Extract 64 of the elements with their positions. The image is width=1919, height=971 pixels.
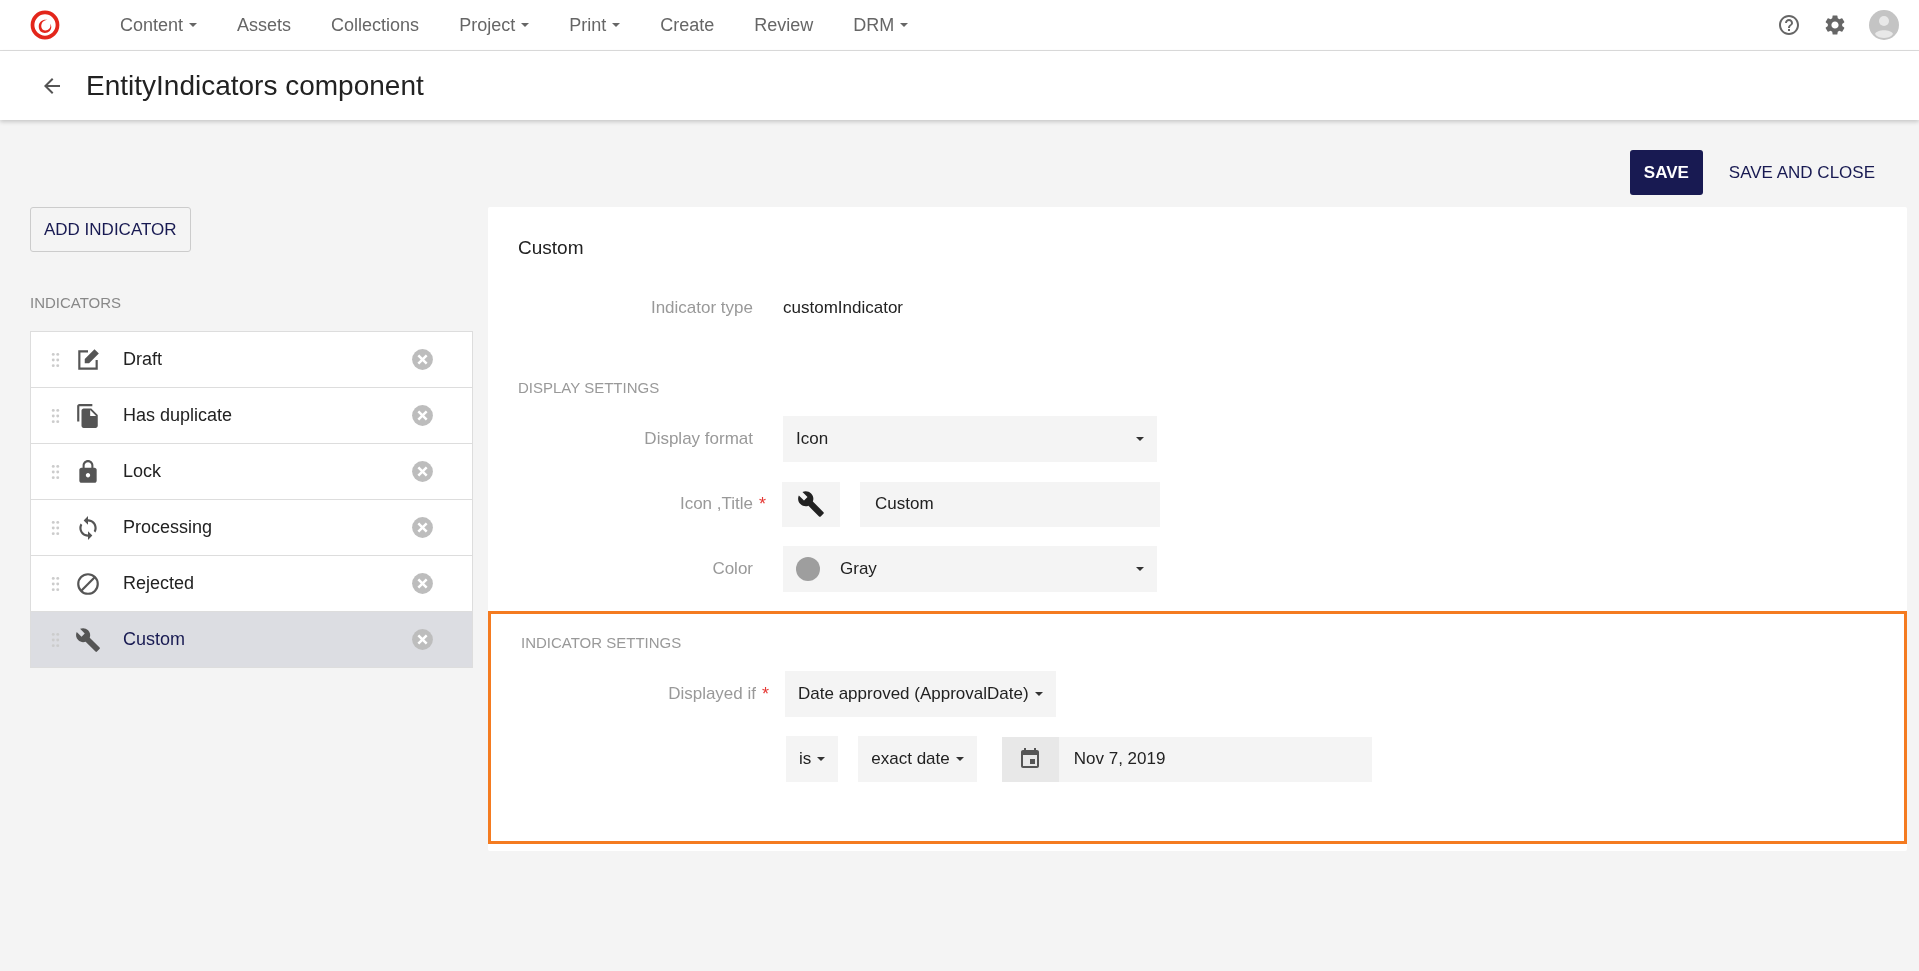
icon-picker-button[interactable] <box>782 481 840 527</box>
remove-icon[interactable] <box>410 515 435 540</box>
section-heading: DISPLAY SETTINGS <box>517 379 661 396</box>
nav-menu-item[interactable]: Print <box>549 14 641 36</box>
wrench-icon <box>75 626 101 653</box>
nav-menu-item[interactable]: Create <box>640 14 735 36</box>
title-input[interactable]: Custom <box>860 481 1160 527</box>
indicator-label: Processing <box>123 517 213 538</box>
nav-menu-item[interactable]: Review <box>734 14 834 36</box>
indicator-list-item[interactable]: Custom <box>31 611 472 667</box>
wrench-icon <box>797 490 825 518</box>
logo-icon[interactable] <box>30 10 60 40</box>
save-and-close-button[interactable]: SAVE AND CLOSE <box>1714 150 1889 195</box>
section-heading: INDICATORS <box>30 294 123 311</box>
indicator-list-item[interactable]: Draft <box>31 332 472 387</box>
section-heading: INDICATOR SETTINGS <box>520 634 683 651</box>
settings-icon[interactable] <box>1823 13 1847 37</box>
field-label: Indicator type <box>649 298 753 318</box>
required-mark: * <box>759 493 766 515</box>
indicator-label: Has duplicate <box>123 405 233 426</box>
drag-handle-icon[interactable] <box>51 463 60 480</box>
drag-handle-icon[interactable] <box>51 351 60 368</box>
date-mode-dropdown[interactable]: exact date <box>858 736 977 782</box>
nav-menu-item[interactable]: Collections <box>311 14 440 36</box>
indicator-label: Rejected <box>123 573 195 594</box>
add-indicator-button[interactable]: ADD INDICATOR <box>30 207 191 252</box>
field-label: Display format <box>643 429 753 449</box>
remove-icon[interactable] <box>410 403 435 428</box>
nav-menu-item[interactable]: DRM <box>833 14 929 36</box>
help-icon[interactable] <box>1777 13 1801 37</box>
nav-menu-item[interactable]: Assets <box>217 14 312 36</box>
indicator-list-item[interactable]: Processing <box>31 499 472 555</box>
remove-icon[interactable] <box>410 347 435 372</box>
indicator-type-value: customIndicator <box>783 298 903 318</box>
color-dropdown[interactable]: Gray <box>783 546 1157 592</box>
nav-menu-item[interactable]: Content <box>100 14 218 36</box>
copy-icon <box>75 402 101 429</box>
remove-icon[interactable] <box>410 459 435 484</box>
field-label: Displayed if <box>667 684 756 704</box>
field-label: Icon ,Title <box>678 494 753 514</box>
block-icon <box>75 570 101 597</box>
field-dropdown[interactable]: Date approved (ApprovalDate) <box>785 671 1056 717</box>
field-label: Color <box>711 559 753 579</box>
remove-icon[interactable] <box>410 571 435 596</box>
drag-handle-icon[interactable] <box>51 407 60 424</box>
date-input[interactable]: Nov 7, 2019 <box>1058 736 1372 782</box>
drag-handle-icon[interactable] <box>51 575 60 592</box>
remove-icon[interactable] <box>410 627 435 652</box>
indicator-list-item[interactable]: Has duplicate <box>31 387 472 443</box>
operator-dropdown[interactable]: is <box>786 736 839 782</box>
indicator-label: Draft <box>123 349 162 370</box>
edit-icon <box>75 346 101 373</box>
indicator-label: Lock <box>123 461 162 482</box>
save-button[interactable]: SAVE <box>1629 150 1703 195</box>
display-format-dropdown[interactable]: Icon <box>783 416 1157 462</box>
drag-handle-icon[interactable] <box>51 519 60 536</box>
panel-title: Custom <box>517 237 585 259</box>
indicator-list-item[interactable]: Lock <box>31 443 472 499</box>
avatar-icon[interactable] <box>1869 10 1899 40</box>
required-mark: * <box>762 683 769 705</box>
calendar-button[interactable] <box>1001 736 1059 782</box>
nav-menu-item[interactable]: Project <box>439 14 550 36</box>
page-title: EntityIndicators component <box>86 69 424 102</box>
indicator-label: Custom <box>123 629 185 650</box>
